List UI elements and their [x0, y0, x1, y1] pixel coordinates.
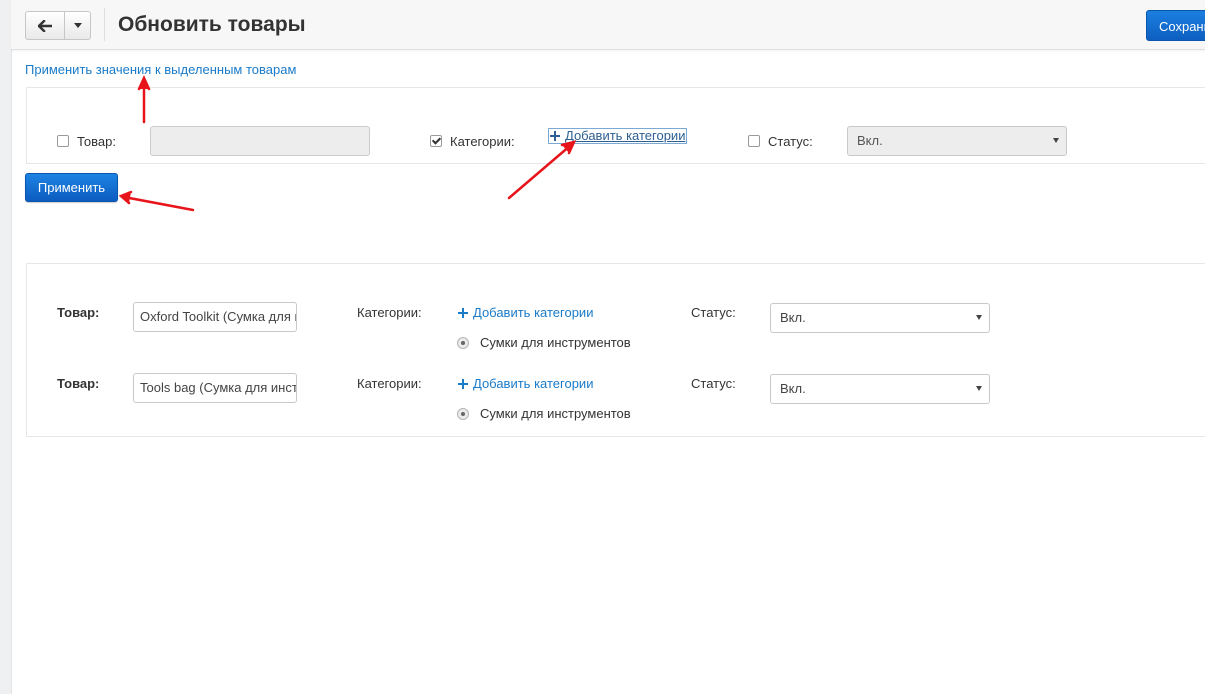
product-name-input[interactable]: Tools bag (Сумка для инструментов) [133, 373, 297, 403]
caret-down-icon [976, 315, 982, 320]
apply-to-selected-link[interactable]: Применить значения к выделенным товарам [25, 62, 296, 77]
product-label: Товар: [77, 134, 116, 149]
back-button[interactable] [26, 12, 65, 39]
category-name: Сумки для инструментов [480, 406, 631, 421]
add-categories-link[interactable]: Добавить категории [458, 305, 593, 320]
status-checkbox[interactable] [748, 135, 760, 147]
categories-label: Категории: [357, 376, 422, 391]
status-select-value: Вкл. [780, 381, 806, 396]
products-panel: Товар: Oxford Toolkit (Сумка для инструм… [26, 263, 1205, 437]
product-label: Товар: [57, 376, 100, 391]
left-gutter [0, 0, 12, 694]
apply-button[interactable]: Применить [25, 173, 118, 202]
plus-icon [550, 131, 560, 141]
nav-button-group [25, 11, 91, 40]
plus-icon [458, 307, 468, 318]
status-select[interactable]: Вкл. [847, 126, 1067, 156]
status-label: Статус: [768, 134, 813, 149]
page-header: Обновить товары Сохранить [11, 0, 1205, 50]
product-name-input[interactable]: Oxford Toolkit (Сумка для инструментов) [133, 302, 297, 332]
status-select-value: Вкл. [857, 133, 883, 148]
status-label: Статус: [691, 305, 736, 320]
save-button[interactable]: Сохранить [1146, 10, 1205, 41]
page-title: Обновить товары [118, 13, 306, 36]
header-divider [104, 8, 105, 41]
nav-dropdown-button[interactable] [65, 12, 90, 39]
add-categories-link[interactable]: Добавить категории [548, 128, 688, 144]
product-input[interactable] [150, 126, 370, 156]
product-label: Товар: [57, 305, 100, 320]
category-name: Сумки для инструментов [480, 335, 631, 350]
status-select-value: Вкл. [780, 310, 806, 325]
categories-label: Категории: [357, 305, 422, 320]
caret-down-icon [1053, 138, 1059, 143]
categories-checkbox[interactable] [430, 135, 442, 147]
category-radio[interactable] [457, 337, 469, 349]
add-categories-label: Добавить категории [473, 376, 594, 391]
add-categories-label: Добавить категории [565, 128, 686, 143]
caret-down-icon [976, 386, 982, 391]
status-label: Статус: [691, 376, 736, 391]
plus-icon [458, 378, 468, 389]
categories-label: Категории: [450, 134, 515, 149]
mass-edit-panel: Товар: Категории: Добавить категории Ста… [26, 87, 1205, 164]
status-select[interactable]: Вкл. [770, 303, 990, 333]
product-checkbox[interactable] [57, 135, 69, 147]
annotation-arrow [118, 190, 195, 212]
status-select[interactable]: Вкл. [770, 374, 990, 404]
add-categories-link[interactable]: Добавить категории [458, 376, 593, 391]
category-radio[interactable] [457, 408, 469, 420]
caret-down-icon [73, 23, 82, 28]
add-categories-label: Добавить категории [473, 305, 594, 320]
arrow-left-icon [38, 19, 52, 32]
